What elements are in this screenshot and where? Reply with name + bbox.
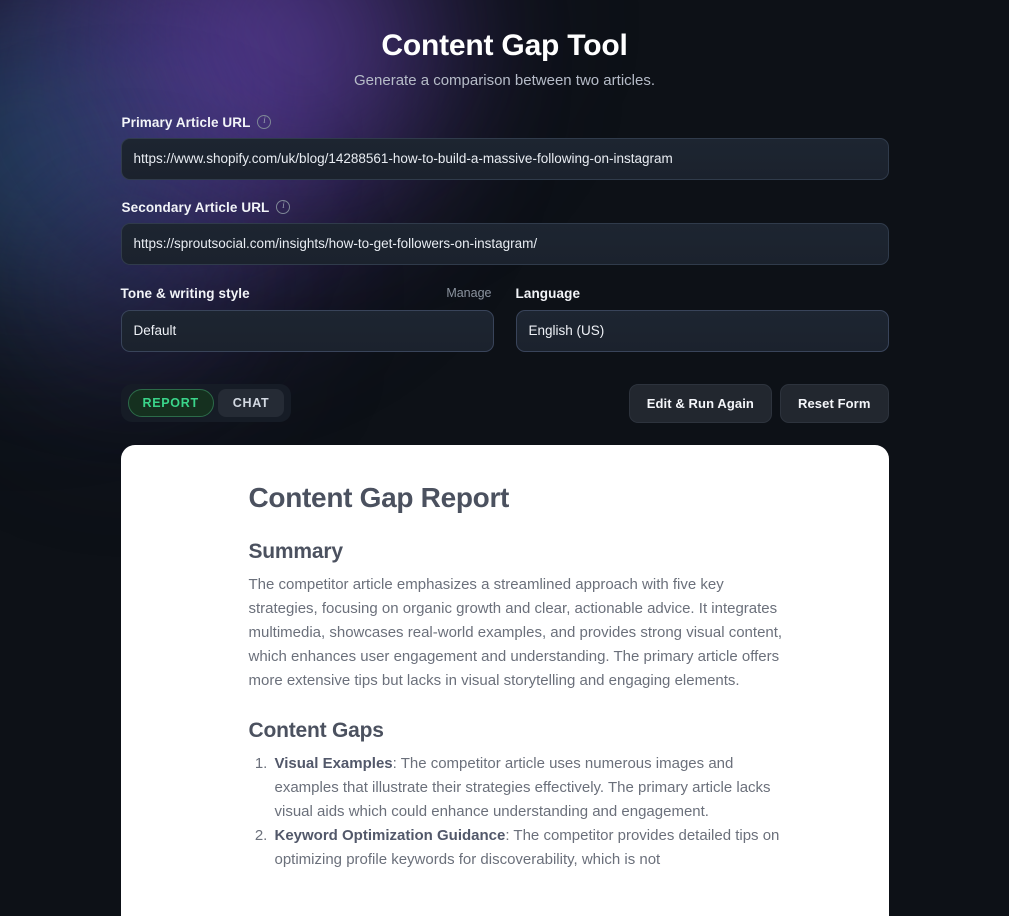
manage-link[interactable]: Manage — [446, 286, 493, 300]
page-title: Content Gap Tool — [381, 29, 628, 62]
tone-label: Tone & writing style — [120, 285, 250, 301]
gap-term: Keyword Optimization Guidance — [274, 827, 506, 845]
primary-url-input[interactable] — [120, 137, 889, 180]
page-subtitle: Generate a comparison between two articl… — [354, 71, 655, 89]
summary-paragraph: The competitor article emphasizes a stre… — [248, 576, 783, 690]
tone-field: Tone & writing style Manage Default — [120, 285, 494, 352]
info-circle-icon[interactable]: i — [257, 115, 272, 130]
gap-term: Visual Examples — [274, 755, 393, 773]
secondary-url-label: Secondary Article URL — [121, 199, 270, 215]
form-container: Content Gap Tool Generate a comparison b… — [120, 0, 889, 423]
page-root: Content Gap Tool Generate a comparison b… — [0, 0, 1009, 916]
tone-select-value: Default — [133, 323, 177, 339]
language-label: Language — [515, 285, 581, 301]
tone-select[interactable]: Default — [120, 309, 494, 352]
content-gaps-list: Visual Examples: The competitor article … — [249, 752, 793, 872]
tone-language-row: Tone & writing style Manage Default Lang… — [120, 285, 889, 352]
list-item: Keyword Optimization Guidance: The compe… — [272, 824, 793, 872]
primary-url-field: Primary Article URL i — [120, 115, 889, 180]
reset-form-button[interactable]: Reset Form — [779, 383, 889, 423]
info-circle-icon[interactable]: i — [276, 200, 291, 215]
tone-label-row: Tone & writing style Manage — [121, 285, 494, 302]
edit-and-run-again-button[interactable]: Edit & Run Again — [628, 383, 772, 423]
tab-chat[interactable]: CHAT — [217, 389, 285, 418]
action-button-group: Edit & Run Again Reset Form — [628, 383, 889, 423]
report-card-inner: Content Gap Report Summary The competito… — [121, 481, 889, 873]
primary-url-label: Primary Article URL — [121, 114, 251, 130]
tabs-and-actions-row: REPORT CHAT Edit & Run Again Reset Form — [120, 383, 889, 423]
list-item: Visual Examples: The competitor article … — [272, 752, 793, 824]
language-label-row: Language — [516, 285, 889, 302]
summary-heading: Summary — [248, 540, 344, 564]
language-select-value: English (US) — [528, 323, 605, 339]
language-select[interactable]: English (US) — [515, 309, 889, 352]
report-card: Content Gap Report Summary The competito… — [120, 444, 889, 916]
secondary-url-input[interactable] — [120, 222, 889, 265]
primary-url-label-row: Primary Article URL i — [121, 115, 889, 130]
report-title: Content Gap Report — [248, 481, 510, 513]
language-field: Language English (US) — [515, 285, 889, 352]
content-gaps-heading: Content Gaps — [248, 719, 384, 743]
tab-report[interactable]: REPORT — [127, 389, 214, 418]
secondary-url-label-row: Secondary Article URL i — [121, 200, 889, 215]
secondary-url-field: Secondary Article URL i — [120, 200, 889, 265]
view-tab-bar: REPORT CHAT — [120, 384, 292, 423]
